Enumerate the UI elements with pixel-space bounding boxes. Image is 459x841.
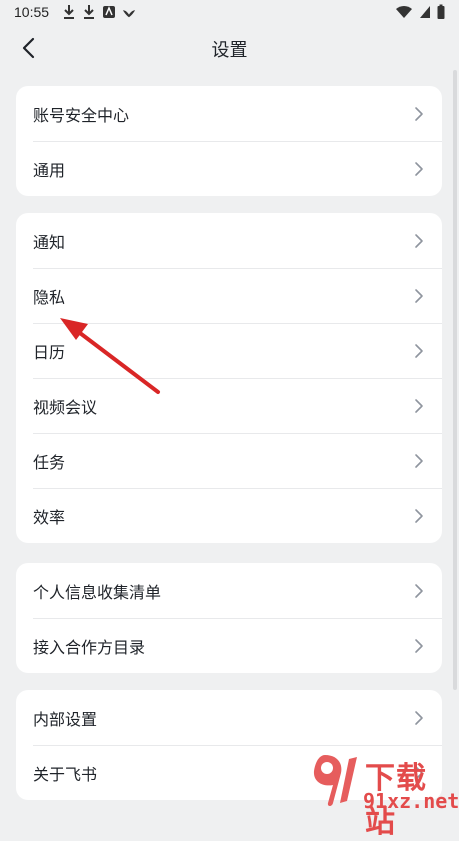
wifi-icon bbox=[396, 6, 412, 18]
bird-app-icon bbox=[122, 10, 136, 18]
chevron-right-icon bbox=[415, 343, 423, 358]
settings-item-label: 视频会议 bbox=[33, 397, 98, 417]
chevron-right-icon bbox=[415, 233, 423, 248]
settings-item-label: 个人信息收集清单 bbox=[33, 582, 162, 602]
cellular-signal-icon bbox=[420, 6, 430, 18]
settings-group-account: 账号安全中心 通用 bbox=[16, 86, 442, 196]
settings-item-privacy[interactable]: 隐私 bbox=[16, 268, 442, 323]
settings-item-label: 效率 bbox=[33, 507, 66, 527]
status-notification-icons bbox=[62, 4, 136, 20]
settings-item-personal-info-list[interactable]: 个人信息收集清单 bbox=[16, 563, 442, 618]
settings-item-calendar[interactable]: 日历 bbox=[16, 323, 442, 378]
watermark-logo: 下载站 91xz.net bbox=[305, 751, 459, 840]
settings-item-label: 任务 bbox=[33, 452, 66, 472]
battery-icon bbox=[437, 4, 445, 19]
chevron-right-icon bbox=[415, 288, 423, 303]
settings-group-info: 个人信息收集清单 接入合作方目录 bbox=[16, 563, 442, 673]
settings-item-general[interactable]: 通用 bbox=[16, 141, 442, 196]
chevron-right-icon bbox=[415, 508, 423, 523]
watermark-91-icon bbox=[313, 755, 357, 806]
status-bar: 10:55 bbox=[0, 0, 459, 26]
settings-item-video-meeting[interactable]: 视频会议 bbox=[16, 378, 442, 433]
download-icon bbox=[64, 5, 74, 19]
settings-item-label: 日历 bbox=[33, 342, 66, 362]
chevron-right-icon bbox=[415, 638, 423, 653]
settings-item-label: 隐私 bbox=[33, 287, 66, 307]
chevron-right-icon bbox=[415, 710, 423, 725]
status-time: 10:55 bbox=[14, 4, 50, 20]
chevron-right-icon bbox=[415, 106, 423, 121]
download-icon bbox=[84, 5, 94, 19]
navigation-bar: 设置 bbox=[0, 26, 459, 70]
settings-item-label: 关于飞书 bbox=[33, 764, 98, 784]
settings-item-label: 通用 bbox=[33, 160, 66, 180]
chevron-right-icon bbox=[415, 453, 423, 468]
settings-item-internal-settings[interactable]: 内部设置 bbox=[16, 690, 442, 745]
watermark-domain: 91xz.net bbox=[363, 789, 459, 813]
settings-item-label: 通知 bbox=[33, 232, 66, 252]
scrollbar[interactable] bbox=[453, 70, 457, 690]
settings-item-label: 接入合作方目录 bbox=[33, 637, 146, 657]
settings-item-label: 账号安全中心 bbox=[33, 105, 130, 125]
status-system-icons bbox=[395, 4, 445, 20]
chevron-right-icon bbox=[415, 161, 423, 176]
chevron-right-icon bbox=[415, 583, 423, 598]
settings-item-label: 内部设置 bbox=[33, 709, 98, 729]
app-notification-icon bbox=[103, 6, 115, 18]
settings-item-account-security[interactable]: 账号安全中心 bbox=[16, 86, 442, 141]
settings-item-tasks[interactable]: 任务 bbox=[16, 433, 442, 488]
page-title: 设置 bbox=[211, 40, 248, 61]
settings-group-features: 通知 隐私 日历 视频会议 任务 效率 bbox=[16, 213, 442, 543]
settings-item-partner-directory[interactable]: 接入合作方目录 bbox=[16, 618, 442, 673]
settings-item-notifications[interactable]: 通知 bbox=[16, 213, 442, 268]
settings-item-efficiency[interactable]: 效率 bbox=[16, 488, 442, 543]
chevron-right-icon bbox=[415, 398, 423, 413]
